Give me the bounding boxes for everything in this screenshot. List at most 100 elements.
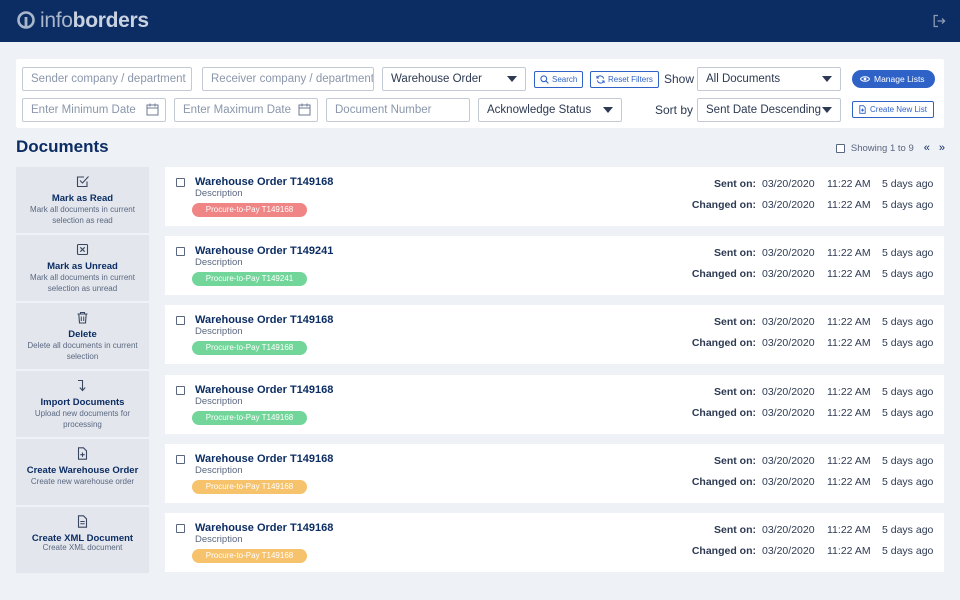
sent-label: Sent on: <box>714 524 756 536</box>
show-label: Show <box>664 72 695 86</box>
create-warehouse-order-action[interactable]: Create Warehouse Order Create new wareho… <box>16 439 149 505</box>
page-title: Documents <box>16 137 109 156</box>
document-card[interactable]: Warehouse Order T149168 Description Procur… <box>165 444 944 503</box>
changed-time: 11:22 AM <box>827 199 871 211</box>
document-card[interactable]: Warehouse Order T149168 Description Procur… <box>165 513 944 572</box>
document-checkbox[interactable] <box>176 247 185 256</box>
document-description: Description <box>195 257 243 268</box>
sent-date: 03/20/2020 <box>762 524 815 536</box>
mark-as-unread-action[interactable]: Mark as Unread Mark all documents in cur… <box>16 235 149 301</box>
document-checkbox[interactable] <box>176 386 185 395</box>
process-tag: Procure-to-Pay T149241 <box>192 272 307 286</box>
show-select[interactable]: All Documents <box>697 67 841 91</box>
create-new-list-button[interactable]: Create New List <box>852 101 934 118</box>
sent-time: 11:22 AM <box>827 455 871 467</box>
action-title: Import Documents <box>40 397 125 408</box>
document-checkbox[interactable] <box>176 178 185 187</box>
sent-time: 11:22 AM <box>827 178 871 190</box>
check-square-icon <box>76 176 89 188</box>
changed-label: Changed on: <box>691 545 756 557</box>
manage-lists-button[interactable]: Manage Lists <box>852 70 935 88</box>
sent-ago: 5 days ago <box>882 386 934 398</box>
document-type-select[interactable]: Warehouse Order <box>382 67 526 91</box>
logo-suffix: borders <box>72 9 149 32</box>
document-type-value: Warehouse Order <box>391 73 482 85</box>
pagination: Showing 1 to 9 « » <box>835 142 945 154</box>
action-title: Delete <box>68 329 97 340</box>
changed-label: Changed on: <box>691 337 756 349</box>
sender-placeholder: Sender company / department <box>31 73 186 85</box>
sent-label: Sent on: <box>714 455 756 467</box>
changed-date: 03/20/2020 <box>762 337 815 349</box>
next-page-icon[interactable]: » <box>939 142 945 154</box>
document-description: Description <box>195 396 243 407</box>
select-all-checkbox[interactable] <box>835 143 845 153</box>
chevron-down-icon <box>603 107 613 113</box>
reset-filters-button[interactable]: Reset Filters <box>590 71 659 88</box>
search-button[interactable]: Search <box>534 71 584 88</box>
logo: infoborders <box>16 9 149 33</box>
file-text-icon <box>77 515 88 528</box>
min-date-placeholder: Enter Minimum Date <box>31 104 136 116</box>
document-card[interactable]: Warehouse Order T149168 Description Procur… <box>165 375 944 434</box>
logout-icon[interactable] <box>932 14 946 28</box>
action-title: Mark as Unread <box>47 261 118 272</box>
document-title[interactable]: Warehouse Order T149168 <box>195 453 333 465</box>
delete-action[interactable]: Delete Delete all documents in current s… <box>16 303 149 369</box>
sent-date: 03/20/2020 <box>762 178 815 190</box>
prev-page-icon[interactable]: « <box>924 142 930 154</box>
max-date-input[interactable]: Enter Maximum Date <box>174 98 318 122</box>
document-checkbox[interactable] <box>176 455 185 464</box>
process-tag: Procure-to-Pay T149168 <box>192 549 307 563</box>
document-title[interactable]: Warehouse Order T149241 <box>195 245 333 257</box>
acknowledge-status-select[interactable]: Acknowledge Status <box>478 98 622 122</box>
action-desc: Create new warehouse order <box>30 477 135 486</box>
document-checkbox[interactable] <box>176 524 185 533</box>
receiver-input[interactable]: Receiver company / department <box>202 67 374 91</box>
chevron-down-icon <box>507 76 517 82</box>
sent-time: 11:22 AM <box>827 524 871 536</box>
changed-date: 03/20/2020 <box>762 476 815 488</box>
document-card[interactable]: Warehouse Order T149168 Description Procur… <box>165 167 944 226</box>
document-title[interactable]: Warehouse Order T149168 <box>195 522 333 534</box>
changed-date: 03/20/2020 <box>762 199 815 211</box>
action-title: Create Warehouse Order <box>26 465 139 476</box>
changed-ago: 5 days ago <box>882 337 934 349</box>
document-number-placeholder: Document Number <box>335 104 432 116</box>
sent-ago: 5 days ago <box>882 316 934 328</box>
changed-label: Changed on: <box>691 476 756 488</box>
min-date-input[interactable]: Enter Minimum Date <box>22 98 166 122</box>
process-tag: Procure-to-Pay T149168 <box>192 341 307 355</box>
changed-time: 11:22 AM <box>827 545 871 557</box>
document-card[interactable]: Warehouse Order T149241 Description Procur… <box>165 236 944 295</box>
file-plus-icon <box>859 105 866 114</box>
calendar-icon[interactable] <box>298 103 311 116</box>
import-documents-action[interactable]: Import Documents Upload new documents fo… <box>16 371 149 437</box>
refresh-icon <box>596 75 605 84</box>
document-title[interactable]: Warehouse Order T149168 <box>195 384 333 396</box>
changed-ago: 5 days ago <box>882 268 934 280</box>
action-desc: Mark all documents in current selection … <box>30 205 135 225</box>
sent-ago: 5 days ago <box>882 247 934 259</box>
showing-count: Showing 1 to 9 <box>850 142 914 154</box>
document-title[interactable]: Warehouse Order T149168 <box>195 176 333 188</box>
document-number-input[interactable]: Document Number <box>326 98 470 122</box>
logo-prefix: info <box>40 9 73 32</box>
mark-as-read-action[interactable]: Mark as Read Mark all documents in curre… <box>16 167 149 233</box>
sort-select[interactable]: Sent Date Descending <box>697 98 841 122</box>
document-checkbox[interactable] <box>176 316 185 325</box>
sent-time: 11:22 AM <box>827 316 871 328</box>
document-card[interactable]: Warehouse Order T149168 Description Procur… <box>165 305 944 364</box>
filter-panel: Sender company / department Receiver com… <box>16 59 944 128</box>
sender-input[interactable]: Sender company / department <box>22 67 192 91</box>
create-xml-document-action[interactable]: Create XML Document Create XML document <box>16 507 149 573</box>
top-bar: infoborders <box>0 0 960 42</box>
reset-filters-label: Reset Filters <box>608 75 653 84</box>
changed-ago: 5 days ago <box>882 476 934 488</box>
sent-date: 03/20/2020 <box>762 455 815 467</box>
acknowledge-status-value: Acknowledge Status <box>487 104 592 116</box>
document-title[interactable]: Warehouse Order T149168 <box>195 314 333 326</box>
search-icon <box>540 75 549 84</box>
action-desc: Delete all documents in current selectio… <box>27 341 138 361</box>
calendar-icon[interactable] <box>146 103 159 116</box>
